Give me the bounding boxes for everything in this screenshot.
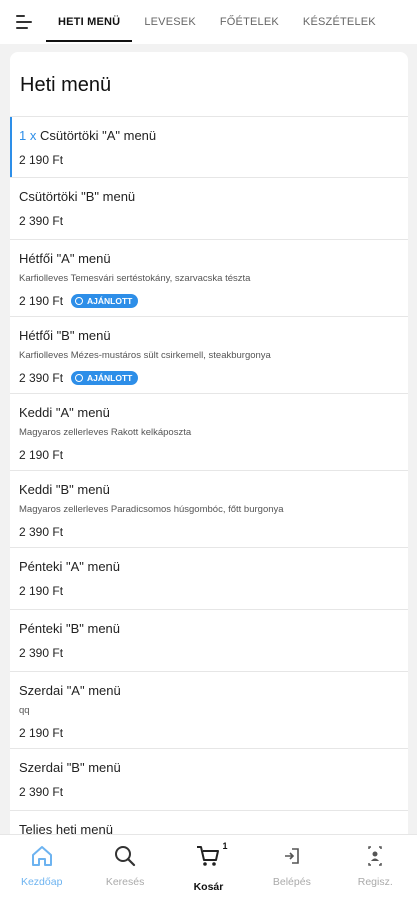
menu-item-description: qq xyxy=(19,705,30,716)
nav-cart-label: Kosár xyxy=(193,881,224,893)
menu-item[interactable]: Szerdai "A" menü qq 2 190 Ft xyxy=(10,671,408,748)
menu-item-price-row: 2 390 Ft xyxy=(19,213,399,229)
menu-item-name: Pénteki "B" menü xyxy=(19,620,399,638)
menu-item-name: Pénteki "A" menü xyxy=(19,558,399,576)
recommended-badge-label: AJÁNLOTT xyxy=(87,296,133,306)
page-title: Heti menü xyxy=(20,74,112,96)
menu-item-price-row: 2 190 Ft xyxy=(19,152,399,168)
menu-item[interactable]: Pénteki "B" menü 2 390 Ft xyxy=(10,609,408,671)
menu-item-price: 2 190 Ft xyxy=(19,584,64,598)
clock-icon xyxy=(75,297,84,305)
menu-item-price: 2 190 Ft xyxy=(19,448,64,462)
cart-count-badge: 1 xyxy=(222,841,228,851)
cart-icon xyxy=(197,846,220,866)
menu-item[interactable]: 1 x Csütörtöki "A" menü 2 190 Ft xyxy=(10,116,408,177)
nav-home[interactable]: Kezdőap xyxy=(6,843,78,888)
menu-item-name: Szerdai "A" menü xyxy=(19,682,399,700)
nav-register[interactable]: Regisz. xyxy=(339,843,411,888)
menu-item-title: Szerdai "B" menü xyxy=(19,760,121,775)
category-tabs: HETI MENÜ LEVESEK FŐÉTELEK KÉSZÉTELEK xyxy=(46,0,417,44)
register-icon xyxy=(368,846,382,866)
menu-item-description: Magyaros zellerleves Paradicsomos húsgom… xyxy=(19,504,284,515)
top-navigation: HETI MENÜ LEVESEK FŐÉTELEK KÉSZÉTELEK xyxy=(0,0,417,44)
tab-levesek[interactable]: LEVESEK xyxy=(132,0,208,44)
menu-item-description: Karfiolleves Mézes-mustáros sült csirkem… xyxy=(19,350,271,361)
menu-item-price: 2 390 Ft xyxy=(19,214,64,228)
search-icon xyxy=(115,846,136,867)
recommended-badge-label: AJÁNLOTT xyxy=(87,373,133,383)
menu-item[interactable]: Szerdai "B" menü 2 390 Ft xyxy=(10,748,408,810)
menu-item-price-row: 2 190 Ft xyxy=(19,583,399,599)
nav-cart[interactable]: 1 Kosár xyxy=(172,841,244,893)
menu-item-title: Pénteki "B" menü xyxy=(19,621,121,636)
menu-item-description: Magyaros zellerleves Rakott kelkáposzta xyxy=(19,427,192,438)
menu-item-price-row: 2 190 Ft xyxy=(19,447,399,463)
menu-item[interactable]: Pénteki "A" menü 2 190 Ft xyxy=(10,547,408,609)
menu-item[interactable]: Keddi "B" menü Magyaros zellerleves Parad… xyxy=(10,470,408,547)
menu-item-name: 1 x Csütörtöki "A" menü xyxy=(19,127,399,145)
menu-item-price: 2 190 Ft xyxy=(19,294,64,308)
menu-item-price: 2 390 Ft xyxy=(19,371,64,385)
menu-item-name: Csütörtöki "B" menü xyxy=(19,188,399,206)
menu-item-title: Hétfői "A" menü xyxy=(19,251,111,266)
nav-search[interactable]: Keresés xyxy=(89,843,161,888)
recommended-badge: AJÁNLOTT xyxy=(71,371,139,385)
menu-item[interactable]: Keddi "A" menü Magyaros zellerleves Rakot… xyxy=(10,393,408,470)
menu-item-price: 2 190 Ft xyxy=(19,726,64,740)
menu-item-price-row: 2 190 Ft xyxy=(19,725,399,741)
menu-item-price-row: 2 390 Ft xyxy=(19,784,399,800)
nav-search-label: Keresés xyxy=(105,876,145,888)
menu-item[interactable]: Hétfői "B" menü Karfiolleves Mézes-mustár… xyxy=(10,316,408,393)
clock-icon xyxy=(75,374,84,382)
tab-foetelek[interactable]: FŐÉTELEK xyxy=(208,0,291,44)
menu-item-title: Keddi "B" menü xyxy=(19,482,110,497)
nav-login[interactable]: Belépés xyxy=(256,843,328,888)
menu-item-price-row: 2 390 Ft xyxy=(19,645,399,661)
menu-item-price-row: 2 390 Ft AJÁNLOTT xyxy=(19,370,399,386)
menu-item-title: Csütörtöki "A" menü xyxy=(39,128,157,143)
menu-item-name: Keddi "A" menü xyxy=(19,404,399,422)
menu-item-title: Szerdai "A" menü xyxy=(19,683,121,698)
menu-item[interactable]: Csütörtöki "B" menü 2 390 Ft xyxy=(10,177,408,239)
menu-list: 1 x Csütörtöki "A" menü 2 190 Ft Csütörtök… xyxy=(10,116,408,842)
menu-item-title: Hétfői "B" menü xyxy=(19,328,111,343)
nav-home-label: Kezdőap xyxy=(20,876,63,888)
bottom-navigation: Kezdőap Keresés 1 Kosár Belépés Regisz. xyxy=(0,834,417,900)
menu-item-name: Hétfői "A" menü xyxy=(19,250,399,268)
menu-item-title: Keddi "A" menü xyxy=(19,405,110,420)
menu-item[interactable]: Hétfői "A" menü Karfiolleves Temesvári se… xyxy=(10,239,408,316)
menu-item-quantity: 1 x xyxy=(19,128,37,143)
login-icon xyxy=(284,848,299,864)
menu-item-description: Karfiolleves Temesvári sertéstokány, sza… xyxy=(19,273,251,284)
menu-item-price: 2 390 Ft xyxy=(19,525,64,539)
tab-keszetelek[interactable]: KÉSZÉTELEK xyxy=(291,0,388,44)
menu-item-name: Keddi "B" menü xyxy=(19,481,399,499)
menu-item-price-row: 2 190 Ft AJÁNLOTT xyxy=(19,293,399,309)
menu-item-price: 2 390 Ft xyxy=(19,646,64,660)
menu-item-price: 2 390 Ft xyxy=(19,785,64,799)
home-icon xyxy=(31,846,52,866)
menu-card: Heti menü 1 x Csütörtöki "A" menü 2 190 F… xyxy=(10,52,408,842)
menu-item-title: Pénteki "A" menü xyxy=(19,559,121,574)
tab-heti-menu[interactable]: HETI MENÜ xyxy=(46,0,133,44)
menu-item-price-row: 2 390 Ft xyxy=(19,524,399,540)
menu-item-name: Szerdai "B" menü xyxy=(19,759,399,777)
nav-login-label: Belépés xyxy=(272,876,311,888)
recommended-badge: AJÁNLOTT xyxy=(71,294,139,308)
menu-item-name: Hétfői "B" menü xyxy=(19,327,399,345)
menu-icon[interactable] xyxy=(0,0,46,44)
nav-register-label: Regisz. xyxy=(357,876,393,888)
menu-item-title: Csütörtöki "B" menü xyxy=(19,189,136,204)
menu-item-price: 2 190 Ft xyxy=(19,153,64,167)
